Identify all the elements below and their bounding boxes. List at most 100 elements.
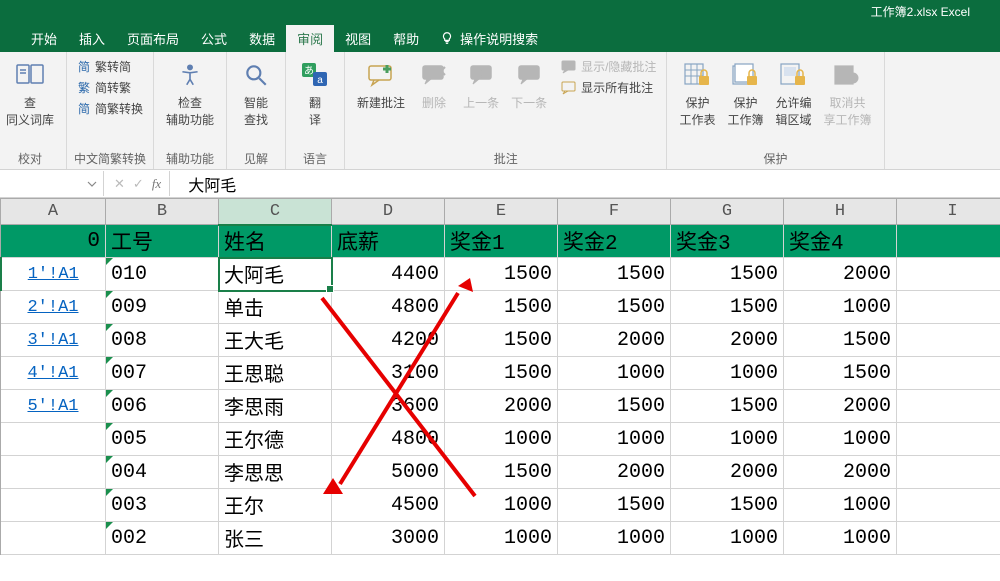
column-header-cell[interactable]: 奖金1 (445, 225, 558, 258)
cell[interactable] (897, 324, 1000, 357)
smart-lookup-button[interactable]: 智能 查找 (233, 56, 279, 130)
cell[interactable]: 2000 (784, 258, 897, 291)
col-header[interactable]: B (106, 199, 219, 225)
cell[interactable]: 4800 (332, 423, 445, 456)
tab-layout[interactable]: 页面布局 (116, 25, 190, 52)
cell[interactable]: 002 (106, 522, 219, 555)
cell[interactable]: 1000 (445, 522, 558, 555)
tab-view[interactable]: 视图 (334, 25, 382, 52)
tell-me-search[interactable]: 操作说明搜索 (440, 29, 538, 48)
cell[interactable]: 2000 (558, 456, 671, 489)
cell[interactable]: 1'!A1 (1, 258, 106, 291)
cell[interactable]: 5'!A1 (1, 390, 106, 423)
cell[interactable]: 5000 (332, 456, 445, 489)
cell[interactable]: 1000 (445, 489, 558, 522)
cell[interactable]: 2000 (445, 390, 558, 423)
tab-home[interactable]: 开始 (20, 25, 68, 52)
column-header-cell[interactable]: 奖金2 (558, 225, 671, 258)
cell[interactable] (897, 489, 1000, 522)
cell[interactable]: 007 (106, 357, 219, 390)
cell[interactable]: 1500 (671, 258, 784, 291)
cell[interactable]: 1000 (784, 489, 897, 522)
cell[interactable]: 003 (106, 489, 219, 522)
cell[interactable] (897, 522, 1000, 555)
spreadsheet-grid[interactable]: ABCDEFGHI0工号姓名底薪奖金1奖金2奖金3奖金41'!A1010大阿毛4… (0, 198, 1000, 555)
cell[interactable] (897, 456, 1000, 489)
cell[interactable]: 1000 (784, 522, 897, 555)
protect-sheet-button[interactable]: 保护 工作表 (673, 56, 721, 130)
cell[interactable]: 李思雨 (219, 390, 332, 423)
cell[interactable]: 大阿毛 (219, 258, 332, 291)
cell[interactable]: 3600 (332, 390, 445, 423)
col-header[interactable]: C (219, 199, 332, 225)
column-header-cell[interactable]: 奖金4 (784, 225, 897, 258)
cell[interactable]: 3100 (332, 357, 445, 390)
cell[interactable]: 2000 (671, 324, 784, 357)
cell[interactable]: 4400 (332, 258, 445, 291)
cell[interactable]: 1500 (558, 489, 671, 522)
cell[interactable] (897, 423, 1000, 456)
name-box[interactable] (0, 171, 104, 196)
allow-edit-ranges-button[interactable]: 允许编 辑区域 (769, 56, 817, 130)
cell[interactable]: 1000 (671, 423, 784, 456)
col-header[interactable]: G (671, 199, 784, 225)
cell[interactable]: 2000 (784, 456, 897, 489)
cell[interactable] (897, 291, 1000, 324)
cancel-formula-icon[interactable]: ✕ (114, 176, 125, 192)
col-header[interactable]: E (445, 199, 558, 225)
cell[interactable]: 1500 (671, 390, 784, 423)
cell[interactable]: 4800 (332, 291, 445, 324)
translate-button[interactable]: あa 翻 译 (292, 56, 338, 130)
cell[interactable]: 006 (106, 390, 219, 423)
cell[interactable] (897, 258, 1000, 291)
cell[interactable]: 王尔德 (219, 423, 332, 456)
cell[interactable]: 3'!A1 (1, 324, 106, 357)
tab-insert[interactable]: 插入 (68, 25, 116, 52)
cell[interactable]: 1000 (558, 357, 671, 390)
cell[interactable]: 1000 (558, 423, 671, 456)
cell[interactable]: 1000 (784, 423, 897, 456)
cell[interactable]: 1000 (671, 357, 784, 390)
tab-review[interactable]: 审阅 (286, 25, 334, 52)
cell[interactable]: 008 (106, 324, 219, 357)
tab-data[interactable]: 数据 (238, 25, 286, 52)
tab-help[interactable]: 帮助 (382, 25, 430, 52)
column-header-cell[interactable]: 姓名 (219, 225, 332, 258)
chinese-convert-button[interactable]: 简简繁转换 (77, 100, 143, 117)
cell[interactable]: 王尔 (219, 489, 332, 522)
cell[interactable]: 2000 (671, 456, 784, 489)
cell[interactable]: 王思聪 (219, 357, 332, 390)
cell[interactable]: 李思思 (219, 456, 332, 489)
check-accessibility-button[interactable]: 检查 辅助功能 (160, 56, 220, 130)
cell[interactable] (897, 225, 1000, 258)
cell[interactable] (897, 390, 1000, 423)
cell[interactable]: 1500 (784, 324, 897, 357)
cell[interactable]: 1500 (445, 324, 558, 357)
cell[interactable]: 009 (106, 291, 219, 324)
trad-to-simp-button[interactable]: 简繁转简 (77, 58, 143, 75)
cell[interactable] (1, 522, 106, 555)
column-header-cell[interactable]: 奖金3 (671, 225, 784, 258)
cell[interactable]: 1500 (671, 291, 784, 324)
cell[interactable]: 2000 (558, 324, 671, 357)
col-header[interactable]: D (332, 199, 445, 225)
simp-to-trad-button[interactable]: 繁简转繁 (77, 79, 143, 96)
column-header-cell[interactable]: 底薪 (332, 225, 445, 258)
cell[interactable]: 010 (106, 258, 219, 291)
formula-input[interactable] (180, 171, 1000, 196)
protect-workbook-button[interactable]: 保护 工作簿 (721, 56, 769, 130)
cell[interactable] (1, 423, 106, 456)
cell[interactable]: 3000 (332, 522, 445, 555)
cell[interactable]: 单击 (219, 291, 332, 324)
col-header[interactable]: F (558, 199, 671, 225)
cell[interactable]: 2'!A1 (1, 291, 106, 324)
show-all-comments-button[interactable]: 显示所有批注 (561, 79, 656, 96)
cell[interactable]: 张三 (219, 522, 332, 555)
cell[interactable]: 1500 (445, 357, 558, 390)
cell[interactable]: 1000 (445, 423, 558, 456)
cell[interactable]: 1500 (558, 291, 671, 324)
proofing-check-button[interactable]: 查 同义词库 (0, 56, 60, 130)
cell[interactable]: 1500 (558, 258, 671, 291)
column-header-cell[interactable]: 工号 (106, 225, 219, 258)
cell[interactable] (1, 489, 106, 522)
